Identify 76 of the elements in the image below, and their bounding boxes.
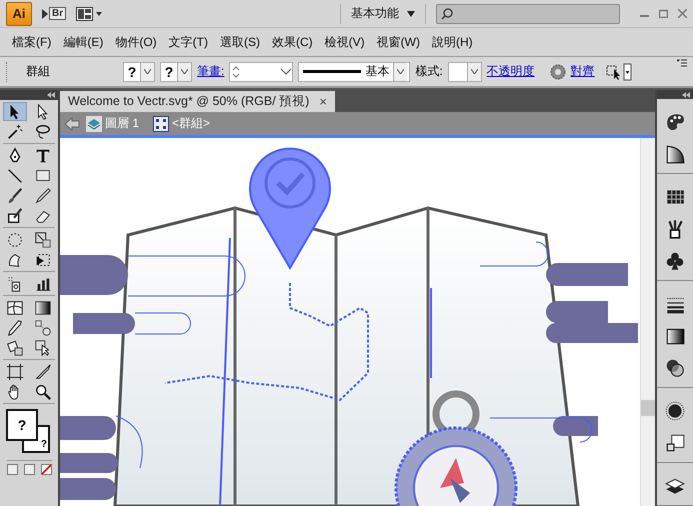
menu-item[interactable]: 說明(H) xyxy=(426,34,479,50)
close-icon[interactable] xyxy=(678,9,687,18)
selection-label: 群組 xyxy=(25,63,51,80)
letter-t-icon xyxy=(34,146,52,164)
mesh-grid-icon xyxy=(6,298,24,316)
lasso-icon xyxy=(34,122,52,140)
menu-item[interactable]: 選取(S) xyxy=(214,34,266,50)
menu-item[interactable]: 視窗(W) xyxy=(370,34,426,50)
scrollbar-thumb[interactable] xyxy=(641,400,655,416)
app-logo: Ai xyxy=(6,2,32,26)
color-mode-button[interactable] xyxy=(6,464,18,475)
club-button[interactable] xyxy=(664,250,686,272)
close-tab-button[interactable]: × xyxy=(319,94,327,109)
magnifier-icon xyxy=(34,382,52,400)
stroke-style-dropdown[interactable]: 基本 xyxy=(298,62,410,82)
blob-brush-icon xyxy=(6,206,24,224)
spinner-arrows-icon[interactable] xyxy=(230,64,242,80)
search-field[interactable] xyxy=(436,4,620,24)
align-link[interactable]: 對齊 xyxy=(570,63,595,80)
layout-icon[interactable] xyxy=(76,6,102,20)
club-icon xyxy=(664,250,686,272)
overlapping-circles-icon xyxy=(664,357,686,379)
isolate-selection-icon[interactable] xyxy=(606,62,632,80)
dotted-circle-icon xyxy=(6,230,24,248)
menu-item[interactable]: 物件(O) xyxy=(109,34,163,50)
sphere-icon xyxy=(664,400,686,422)
style-label: 樣式: xyxy=(415,63,443,80)
scale-squares-icon xyxy=(34,230,52,248)
opacity-link[interactable]: 不透明度 xyxy=(486,63,535,80)
caret-icon xyxy=(280,68,292,76)
pencil-icon xyxy=(34,186,52,204)
back-arrow-icon[interactable] xyxy=(64,116,80,130)
menu-item[interactable]: 檢視(V) xyxy=(318,34,371,50)
eyedropper-icon xyxy=(6,318,24,336)
layer-icon xyxy=(86,116,102,132)
stroke-dropdown[interactable]: ? xyxy=(160,62,192,82)
stacked-squares-button[interactable] xyxy=(664,432,686,454)
caret-icon xyxy=(397,69,404,74)
paintbrush-icon xyxy=(6,186,24,204)
menu-item[interactable]: 編輯(E) xyxy=(57,34,110,50)
menu-item[interactable]: 文字(T) xyxy=(162,34,214,50)
blend-shapes-icon xyxy=(34,318,52,336)
overlapping-circles-button[interactable] xyxy=(664,357,686,379)
fill-stroke-control[interactable]: ? ? xyxy=(4,407,54,457)
search-icon xyxy=(441,8,453,20)
fill-dropdown[interactable]: ? xyxy=(123,62,155,82)
caret-icon xyxy=(144,69,151,74)
wand-icon xyxy=(6,122,24,140)
gradient-square-icon xyxy=(34,298,52,316)
caret-icon xyxy=(407,10,415,16)
menu-item[interactable]: 檔案(F) xyxy=(6,34,58,50)
vertical-scrollbar[interactable] xyxy=(640,138,655,506)
stacked-squares-icon xyxy=(664,432,686,454)
stroke-line-icon xyxy=(303,70,362,73)
group-icon xyxy=(153,116,170,132)
caret-icon xyxy=(470,69,478,74)
stroke-link[interactable]: 筆畫: xyxy=(197,63,224,80)
artboard-icon xyxy=(6,362,24,380)
diagonal-line-icon xyxy=(6,166,24,184)
document-tab[interactable]: Welcome to Vectr.svg* @ 50% (RGB/ 預視) × xyxy=(60,91,335,112)
squares-pointer-icon xyxy=(34,338,52,356)
gradient-mode-button[interactable] xyxy=(24,464,34,475)
caret-icon xyxy=(181,69,188,74)
recolor-wheel-icon[interactable] xyxy=(550,64,566,80)
collapse-icon[interactable] xyxy=(47,92,55,98)
workspace-dropdown[interactable]: 基本功能 xyxy=(340,4,426,24)
panel-menu-icon[interactable] xyxy=(677,59,687,67)
knife-icon xyxy=(34,362,52,380)
menu-item[interactable]: 效果(C) xyxy=(266,34,319,50)
quarter-circle-button[interactable] xyxy=(664,143,686,165)
maximize-icon[interactable] xyxy=(659,9,668,18)
none-mode-button[interactable] xyxy=(40,464,52,475)
sphere-button[interactable] xyxy=(664,400,686,422)
stroke-weight-field[interactable] xyxy=(229,62,294,82)
selected-tool-button[interactable] xyxy=(3,102,27,121)
collapse-icon[interactable] xyxy=(682,92,690,98)
